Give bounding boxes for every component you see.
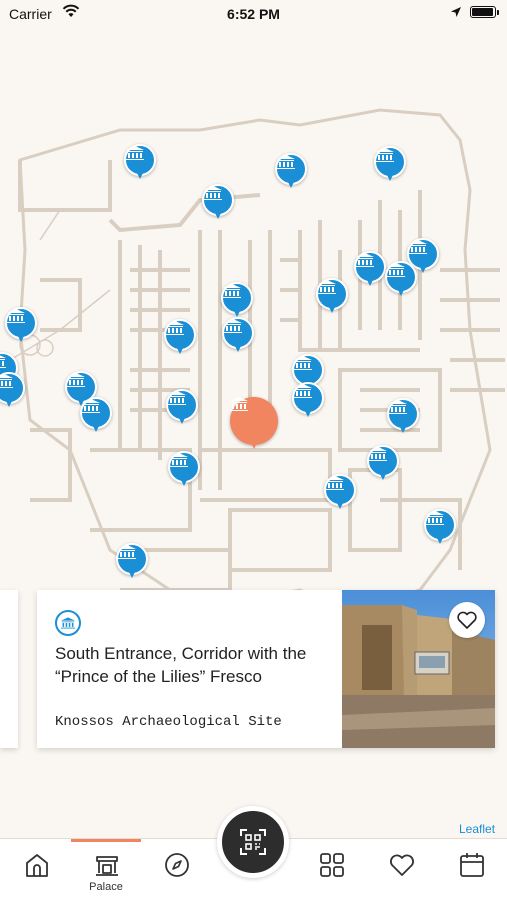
museum-icon [118, 545, 136, 559]
location-arrow-icon [450, 5, 462, 21]
map-marker[interactable] [5, 307, 37, 347]
location-card[interactable]: South Entrance, Corridor with the “Princ… [37, 590, 495, 748]
museum-icon [277, 155, 295, 169]
map-marker[interactable] [222, 317, 254, 357]
museum-icon [0, 374, 13, 388]
map-marker[interactable] [0, 372, 25, 412]
museum-icon [409, 240, 427, 254]
previous-card[interactable] [0, 590, 18, 748]
museum-icon [230, 397, 248, 411]
museum-icon [7, 309, 25, 323]
museum-icon [82, 399, 100, 413]
map-marker[interactable] [424, 509, 456, 549]
map-marker[interactable] [367, 445, 399, 485]
museum-icon [356, 253, 374, 267]
map-marker[interactable] [116, 543, 148, 583]
tab-explore[interactable] [141, 839, 211, 901]
status-bar: Carrier 6:52 PM [0, 0, 507, 30]
museum-icon [389, 400, 407, 414]
museum-icon [387, 263, 405, 277]
museum-icon [166, 321, 184, 335]
clock: 6:52 PM [227, 6, 280, 22]
map-marker[interactable] [80, 397, 112, 437]
tab-palace[interactable]: Palace [71, 839, 141, 901]
map-marker[interactable] [124, 144, 156, 184]
map-marker[interactable] [374, 146, 406, 186]
selected-map-marker[interactable] [230, 397, 278, 453]
map-marker[interactable] [166, 389, 198, 429]
map-marker[interactable] [385, 261, 417, 301]
tab-calendar[interactable] [436, 839, 506, 901]
map-marker[interactable] [324, 474, 356, 514]
map-marker[interactable] [275, 153, 307, 193]
heart-icon [390, 854, 414, 876]
museum-icon [426, 511, 444, 525]
map-marker[interactable] [387, 398, 419, 438]
map-marker[interactable] [292, 382, 324, 422]
tab-palace-label: Palace [89, 881, 123, 893]
museum-icon [67, 373, 85, 387]
scan-button[interactable] [217, 806, 289, 878]
grid-icon [320, 853, 344, 877]
museum-icon [376, 148, 394, 162]
tab-favorites[interactable] [366, 839, 436, 901]
museum-icon [223, 284, 241, 298]
card-title: South Entrance, Corridor with the “Princ… [55, 644, 307, 686]
map-marker[interactable] [164, 319, 196, 359]
qr-scan-icon [240, 829, 266, 855]
museum-icon [369, 447, 387, 461]
favorite-button[interactable] [449, 602, 485, 638]
heart-icon [457, 611, 477, 629]
museum-icon [126, 146, 144, 160]
map-attribution-link[interactable]: Leaflet [459, 822, 495, 836]
map-marker[interactable] [221, 282, 253, 322]
museum-icon [224, 319, 242, 333]
calendar-icon [460, 853, 484, 877]
battery-icon [470, 6, 496, 18]
museum-icon [55, 610, 81, 636]
tab-categories[interactable] [296, 839, 366, 901]
museum-icon [326, 476, 344, 490]
compass-icon [165, 853, 189, 877]
tab-home[interactable] [1, 839, 71, 901]
museum-icon [318, 280, 336, 294]
museum-icon [170, 453, 188, 467]
map-marker[interactable] [202, 184, 234, 224]
museum-icon [0, 355, 6, 368]
palace-icon [96, 856, 118, 876]
map-marker[interactable] [168, 451, 200, 491]
home-icon [26, 854, 48, 877]
card-subtitle: Knossos Archaeological Site [55, 714, 282, 730]
museum-icon [204, 186, 222, 200]
map-marker[interactable] [354, 251, 386, 291]
map-marker[interactable] [316, 278, 348, 318]
museum-icon [168, 391, 186, 405]
museum-icon [294, 356, 312, 370]
museum-icon [294, 384, 312, 398]
